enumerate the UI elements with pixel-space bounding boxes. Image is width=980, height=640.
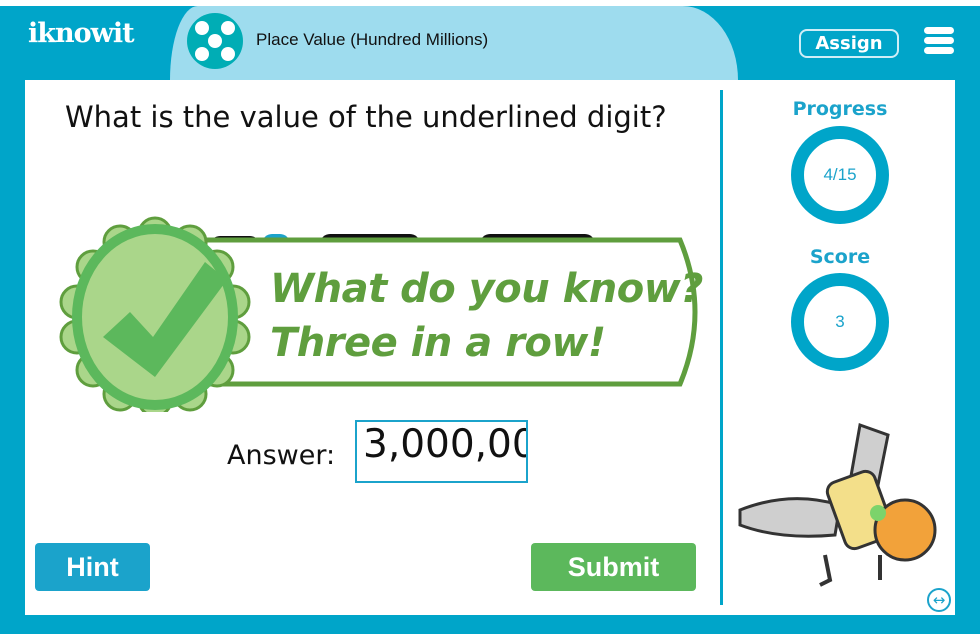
feedback-line-2: Three in a row! [270,320,606,366]
logo[interactable]: iknowit [28,18,135,49]
feedback-message: What do you know? Three in a row! [270,262,703,370]
assign-button[interactable]: Assign [799,29,899,58]
robot-mascot [738,422,937,587]
dots-icon [187,13,243,69]
score-label: Score [809,246,871,268]
answer-input[interactable]: 3,000,000 [355,420,528,483]
question-text: What is the value of the underlined digi… [65,100,667,134]
expand-icon[interactable]: ↔ [927,588,951,612]
divider [720,90,723,605]
score-ring: 3 [791,273,889,371]
page-title: Place Value (Hundred Millions) [256,30,489,49]
hamburger-icon[interactable] [924,27,954,55]
progress-label: Progress [792,98,888,120]
hint-button[interactable]: Hint [35,543,150,591]
answer-label: Answer: [227,440,336,471]
progress-ring: 4/15 [791,126,889,224]
submit-button[interactable]: Submit [531,543,696,591]
feedback-line-1: What do you know? [270,266,703,312]
